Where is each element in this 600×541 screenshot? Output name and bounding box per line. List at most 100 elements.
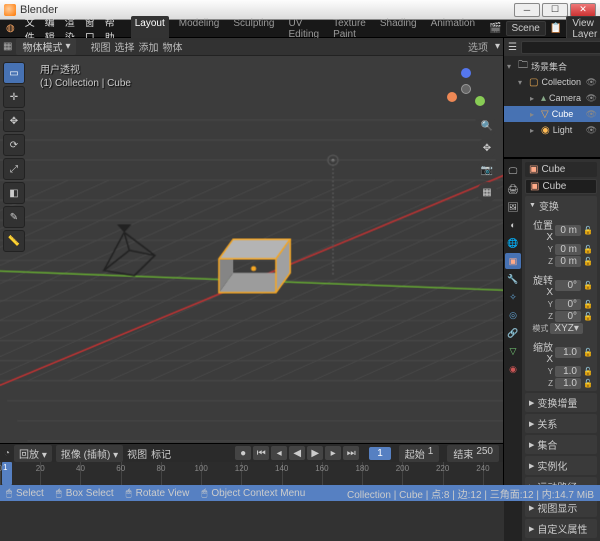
timeline-editor-icon[interactable]: ◔ bbox=[4, 448, 10, 459]
jump-start-button[interactable]: ⏮ bbox=[253, 446, 269, 460]
lock-icon[interactable]: 🔓 bbox=[583, 300, 593, 309]
node-cube[interactable]: ▸▽Cube👁 bbox=[504, 106, 600, 122]
scene-name[interactable]: Scene bbox=[506, 21, 546, 36]
lock-icon[interactable]: 🔓 bbox=[583, 379, 593, 388]
mouse-right-icon: 🖱 bbox=[201, 488, 207, 499]
status-bar: 🖱Select 🖱Box Select 🖱Rotate View 🖱Object… bbox=[0, 485, 600, 501]
node-light[interactable]: ▸◉Light👁 bbox=[504, 122, 600, 138]
tab-scene[interactable]: ◐ bbox=[505, 217, 521, 233]
tab-constraint[interactable]: 🔗 bbox=[505, 325, 521, 341]
rot-z-field[interactable]: 0° bbox=[555, 311, 581, 322]
tool-select-box[interactable]: ▭ bbox=[3, 62, 25, 84]
tab-material[interactable]: ◉ bbox=[505, 361, 521, 377]
tool-rotate[interactable]: ⟳ bbox=[3, 134, 25, 156]
prev-key-button[interactable]: ◂ bbox=[271, 446, 287, 460]
timeline-track[interactable]: 1 020406080100120140160180200220240 bbox=[0, 462, 503, 485]
camera-icon[interactable]: 📷 bbox=[477, 160, 497, 180]
panel-transform-header[interactable]: ▼变换 bbox=[525, 196, 597, 215]
tool-scale[interactable]: ⤢ bbox=[3, 158, 25, 180]
vp-options[interactable]: 选项 bbox=[468, 39, 488, 54]
timeline-header: ◔ 回放 ▾ 抠像 (插帧) ▾ 视图 标记 ● ⏮ ◂ ◀ ▶ ▸ ⏭ 1 起… bbox=[0, 444, 503, 462]
node-collection[interactable]: ▾▢Collection👁 bbox=[504, 74, 600, 90]
nav-gizmo[interactable] bbox=[443, 66, 491, 114]
frame-end[interactable]: 结束250 bbox=[447, 445, 499, 462]
pan-icon[interactable]: ✥ bbox=[477, 138, 497, 158]
tab-render[interactable]: 🖵 bbox=[505, 163, 521, 179]
current-frame[interactable]: 1 bbox=[369, 447, 391, 460]
autokey-button[interactable]: ● bbox=[235, 446, 251, 460]
panel-transform: ▼变换 位置 X0 m🔓 Y0 m🔓 Z0 m🔓 旋转 X0°🔓 Y0°🔓 Z0… bbox=[525, 196, 597, 391]
ortho-icon[interactable]: ▦ bbox=[477, 182, 497, 202]
tab-viewlayer[interactable]: 🖼 bbox=[505, 199, 521, 215]
tool-move[interactable]: ✥ bbox=[3, 110, 25, 132]
play-reverse-button[interactable]: ◀ bbox=[289, 446, 305, 460]
rotation-mode-dd[interactable]: XYZ▾ bbox=[550, 323, 582, 334]
tool-cursor[interactable]: ✛ bbox=[3, 86, 25, 108]
lock-icon[interactable]: 🔓 bbox=[583, 226, 593, 235]
lock-icon[interactable]: 🔓 bbox=[583, 257, 593, 266]
viewport-region: ▦ 物体模式▾ 视图 选择 添加 物体 选项 ▾ ▭ ✛ ✥ ⟳ ⤢ ◧ ✎ 📏 bbox=[0, 38, 504, 485]
tool-measure[interactable]: 📏 bbox=[3, 230, 25, 252]
chevron-down-icon[interactable]: ▾ bbox=[495, 41, 500, 52]
lock-icon[interactable]: 🔓 bbox=[583, 281, 593, 290]
tab-object[interactable]: ▣ bbox=[505, 253, 521, 269]
object-name-field[interactable]: ▣Cube bbox=[525, 179, 597, 194]
mode-dropdown[interactable]: 物体模式▾ bbox=[16, 38, 76, 55]
vp-menu-select[interactable]: 选择 bbox=[114, 39, 134, 54]
jump-end-button[interactable]: ⏭ bbox=[343, 446, 359, 460]
tool-transform[interactable]: ◧ bbox=[3, 182, 25, 204]
scale-y-field[interactable]: 1.0 bbox=[555, 366, 581, 377]
tab-particles[interactable]: ✧ bbox=[505, 289, 521, 305]
maximize-button[interactable]: ☐ bbox=[542, 3, 568, 17]
tab-world[interactable]: 🌐 bbox=[505, 235, 521, 251]
lock-icon[interactable]: 🔓 bbox=[583, 367, 593, 376]
next-key-button[interactable]: ▸ bbox=[325, 446, 341, 460]
mouse-left-icon: 🖱 bbox=[56, 488, 62, 499]
gizmo-y-axis[interactable] bbox=[475, 96, 485, 106]
zoom-icon[interactable]: 🔍 bbox=[477, 116, 497, 136]
tl-menu-view[interactable]: 视图 bbox=[127, 446, 147, 461]
tab-output[interactable]: 🖨 bbox=[505, 181, 521, 197]
vp-menu-object[interactable]: 物体 bbox=[162, 39, 182, 54]
gizmo-x-axis[interactable] bbox=[447, 92, 457, 102]
toggle-visibility[interactable]: 👁 bbox=[586, 77, 597, 88]
node-camera[interactable]: ▸▴Camera👁 bbox=[504, 90, 600, 106]
lock-icon[interactable]: 🔓 bbox=[583, 245, 593, 254]
lock-icon[interactable]: 🔓 bbox=[583, 348, 593, 357]
keying-dd[interactable]: 抠像 (插帧) ▾ bbox=[56, 445, 123, 462]
editor-type-icon[interactable]: ▦ bbox=[3, 41, 12, 52]
minimize-button[interactable]: ─ bbox=[514, 3, 540, 17]
tab-modifier[interactable]: 🔧 bbox=[505, 271, 521, 287]
toggle-visibility[interactable]: 👁 bbox=[586, 93, 597, 104]
playback-controls: ● ⏮ ◂ ◀ ▶ ▸ ⏭ bbox=[235, 446, 359, 460]
panel-collections: ▶集合 bbox=[525, 435, 597, 454]
gizmo-z-axis[interactable] bbox=[461, 68, 471, 78]
loc-y-field[interactable]: 0 m bbox=[555, 244, 581, 255]
toggle-visibility[interactable]: 👁 bbox=[586, 125, 597, 136]
vp-menu-view[interactable]: 视图 bbox=[90, 39, 110, 54]
playback-dd[interactable]: 回放 ▾ bbox=[14, 445, 52, 462]
loc-z-field[interactable]: 0 m bbox=[555, 256, 581, 267]
vp-menu-add[interactable]: 添加 bbox=[138, 39, 158, 54]
rot-x-field[interactable]: 0° bbox=[555, 280, 581, 291]
outliner-icon[interactable]: ☰ bbox=[508, 42, 517, 53]
rot-y-field[interactable]: 0° bbox=[555, 299, 581, 310]
outliner-search[interactable] bbox=[521, 41, 600, 54]
node-scene-collection[interactable]: ▾🗀场景集合 bbox=[504, 58, 600, 74]
scale-x-field[interactable]: 1.0 bbox=[555, 347, 581, 358]
scale-z-field[interactable]: 1.0 bbox=[555, 378, 581, 389]
tab-data[interactable]: ▽ bbox=[505, 343, 521, 359]
close-button[interactable]: ✕ bbox=[570, 3, 596, 17]
toggle-visibility[interactable]: 👁 bbox=[586, 109, 597, 120]
top-menubar: ◍ 文件 编辑 渲染 窗口 帮助 Layout Modeling Sculpti… bbox=[0, 20, 600, 38]
timeline-cursor[interactable]: 1 bbox=[2, 462, 12, 485]
lock-icon[interactable]: 🔓 bbox=[583, 312, 593, 321]
tool-annotate[interactable]: ✎ bbox=[3, 206, 25, 228]
play-button[interactable]: ▶ bbox=[307, 446, 323, 460]
frame-start[interactable]: 起始1 bbox=[399, 445, 440, 462]
gizmo-center[interactable] bbox=[461, 84, 471, 94]
tl-menu-marker[interactable]: 标记 bbox=[151, 446, 171, 461]
viewport-3d[interactable]: ▭ ✛ ✥ ⟳ ⤢ ◧ ✎ 📏 用户透视 (1) Collection | Cu… bbox=[0, 56, 503, 443]
loc-x-field[interactable]: 0 m bbox=[555, 225, 581, 236]
tab-physics[interactable]: ◎ bbox=[505, 307, 521, 323]
